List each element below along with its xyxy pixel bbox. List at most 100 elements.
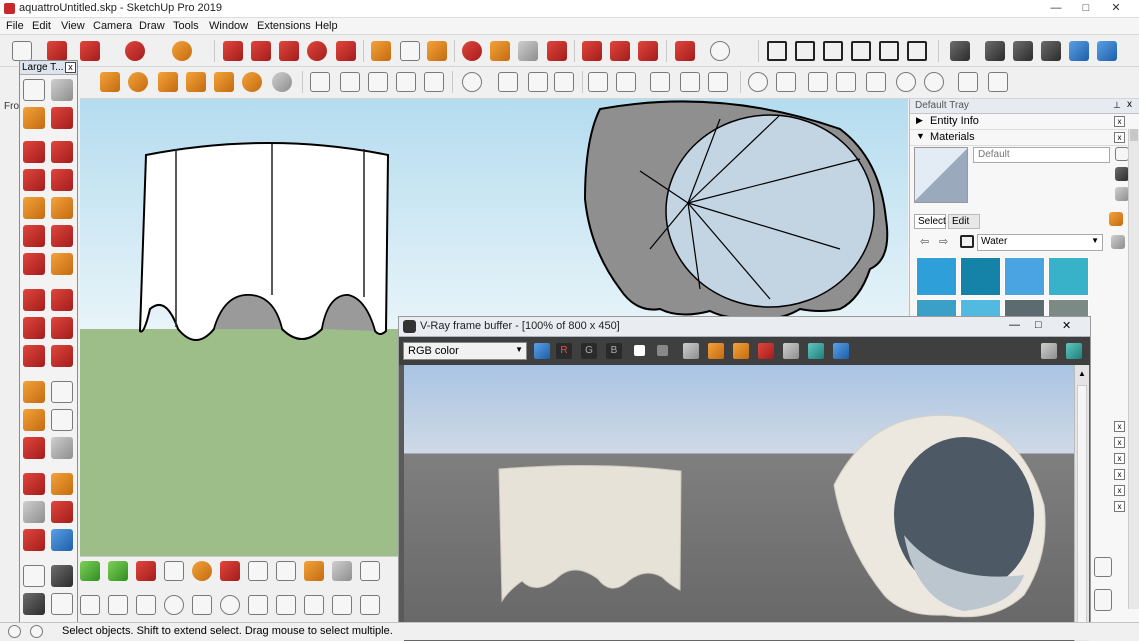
zoom-window-icon[interactable]	[51, 501, 73, 523]
curve-tool-icon[interactable]	[332, 595, 352, 615]
position-camera-icon[interactable]	[23, 565, 45, 587]
tape-measure-tool-icon[interactable]	[371, 41, 391, 61]
back-view-icon[interactable]	[879, 41, 899, 61]
rotate-icon[interactable]	[23, 317, 45, 339]
vray-material-picker-icon[interactable]	[958, 72, 978, 92]
green-channel-button[interactable]: G	[581, 343, 597, 359]
eraser-tool-icon[interactable]	[47, 41, 67, 61]
channel-select[interactable]: RGB color ▼	[403, 342, 527, 360]
curve-tool-icon[interactable]	[304, 595, 324, 615]
vray-minimize-button[interactable]: —	[1009, 319, 1020, 331]
vray-fur-icon[interactable]	[808, 72, 828, 92]
create-material-icon[interactable]	[1115, 147, 1129, 161]
mono-channel-icon[interactable]	[657, 345, 668, 356]
right-view-icon[interactable]	[851, 41, 871, 61]
shaded-style-icon[interactable]	[1041, 41, 1061, 61]
panel-close-icon[interactable]: x	[1114, 116, 1125, 127]
materials-panel-header[interactable]: ▼ Materials x	[910, 130, 1127, 146]
position-camera-icon[interactable]	[100, 72, 120, 92]
sandbox-orange-icon[interactable]	[192, 561, 212, 581]
scroll-up-icon[interactable]: ▲	[1078, 369, 1086, 378]
make-component-icon[interactable]	[51, 79, 73, 101]
front-view-icon[interactable]	[823, 41, 843, 61]
minimize-button[interactable]: —	[1042, 0, 1070, 16]
paint-bucket-icon[interactable]	[23, 107, 45, 129]
scrollbar-thumb[interactable]	[1077, 385, 1087, 625]
drape-icon[interactable]	[424, 72, 444, 92]
push-pull-icon[interactable]	[51, 289, 73, 311]
vray-vertical-scrollbar[interactable]: ▲	[1074, 365, 1089, 641]
circle-tool-icon[interactable]	[172, 41, 192, 61]
sample-paint-icon[interactable]	[1115, 167, 1129, 181]
close-button[interactable]: ✕	[1102, 0, 1130, 16]
sandbox-green-icon[interactable]	[108, 561, 128, 581]
clear-image-icon[interactable]	[733, 343, 749, 359]
stamp-icon[interactable]	[396, 72, 416, 92]
select-tool-icon[interactable]	[23, 79, 45, 101]
red-channel-button[interactable]: R	[556, 343, 572, 359]
arc-icon[interactable]	[23, 225, 45, 247]
shaded-textures-style-icon[interactable]	[1069, 41, 1089, 61]
polygon-icon[interactable]	[51, 197, 73, 219]
panel-close-icon[interactable]: x	[1114, 469, 1125, 480]
vray-close-button[interactable]: ✕	[1062, 319, 1071, 332]
axes-icon[interactable]	[214, 72, 234, 92]
material-swatch[interactable]	[960, 257, 1001, 296]
sandbox-outline-icon[interactable]	[164, 561, 184, 581]
menu-edit[interactable]: Edit	[32, 19, 51, 33]
walk-icon[interactable]	[272, 72, 292, 92]
material-swatch[interactable]	[916, 257, 957, 296]
menu-camera[interactable]: Camera	[93, 19, 132, 33]
protractor-icon[interactable]	[23, 409, 45, 431]
text-icon[interactable]	[51, 409, 73, 431]
vray-cloud-icon[interactable]	[554, 72, 574, 92]
vray-mesh-export-icon[interactable]	[866, 72, 886, 92]
vray-batch-render-icon[interactable]	[988, 72, 1008, 92]
vray-maximize-button[interactable]: □	[1035, 319, 1042, 331]
palette-close-button[interactable]: x	[65, 62, 76, 73]
two-point-arc-icon[interactable]	[51, 225, 73, 247]
section-plane-icon[interactable]	[186, 72, 206, 92]
line-icon[interactable]	[23, 141, 45, 163]
share-model-tool-icon[interactable]	[610, 41, 630, 61]
iso-view-icon[interactable]	[767, 41, 787, 61]
color-channels-icon[interactable]	[534, 343, 550, 359]
circle-icon[interactable]	[23, 197, 45, 219]
pie-icon[interactable]	[51, 253, 73, 275]
tray-pin-button[interactable]: ⊥	[1113, 100, 1121, 111]
sandbox-from-contours-icon[interactable]	[310, 72, 330, 92]
pan-icon[interactable]	[51, 473, 73, 495]
select-tool-icon[interactable]	[12, 41, 32, 61]
history-icon[interactable]	[833, 343, 849, 359]
extension-warehouse-tool-icon[interactable]	[638, 41, 658, 61]
panel-close-icon[interactable]: x	[1114, 132, 1125, 143]
previous-view-icon[interactable]	[51, 529, 73, 551]
paint-bucket-tool-icon[interactable]	[427, 41, 447, 61]
material-name-field[interactable]: Default	[973, 147, 1110, 163]
section-plane-icon[interactable]	[51, 593, 73, 615]
material-preview[interactable]	[914, 147, 968, 203]
vray-lights-icon[interactable]	[588, 72, 608, 92]
render-output-image[interactable]	[404, 365, 1074, 641]
material-swatch[interactable]	[1004, 257, 1045, 296]
freehand-icon[interactable]	[51, 141, 73, 163]
scrollbar-thumb[interactable]	[1130, 129, 1138, 141]
sandbox-from-scratch-icon[interactable]	[340, 72, 360, 92]
tab-edit[interactable]: Edit	[948, 214, 980, 229]
display-secondary-icon[interactable]	[1115, 187, 1129, 201]
menu-window[interactable]: Window	[209, 19, 248, 33]
material-swatch[interactable]	[1048, 257, 1089, 296]
vray-title-bar[interactable]: V-Ray frame buffer - [100% of 800 x 450]…	[399, 317, 1090, 337]
follow-me-tool-icon[interactable]	[251, 41, 271, 61]
rotate-tool-icon[interactable]	[307, 41, 327, 61]
curve-tool-icon[interactable]	[248, 595, 268, 615]
text-tool-icon[interactable]	[400, 41, 420, 61]
forward-arrow-icon[interactable]: ⇨	[939, 235, 948, 248]
dimension-icon[interactable]	[158, 72, 178, 92]
menu-file[interactable]: File	[6, 19, 24, 33]
palette-header[interactable]: Large T... x	[20, 61, 77, 75]
geolocation-icon[interactable]	[8, 625, 21, 638]
zoom-extents-icon[interactable]	[23, 529, 45, 551]
orbit-icon[interactable]	[23, 473, 45, 495]
arc-tool-icon[interactable]	[125, 41, 145, 61]
